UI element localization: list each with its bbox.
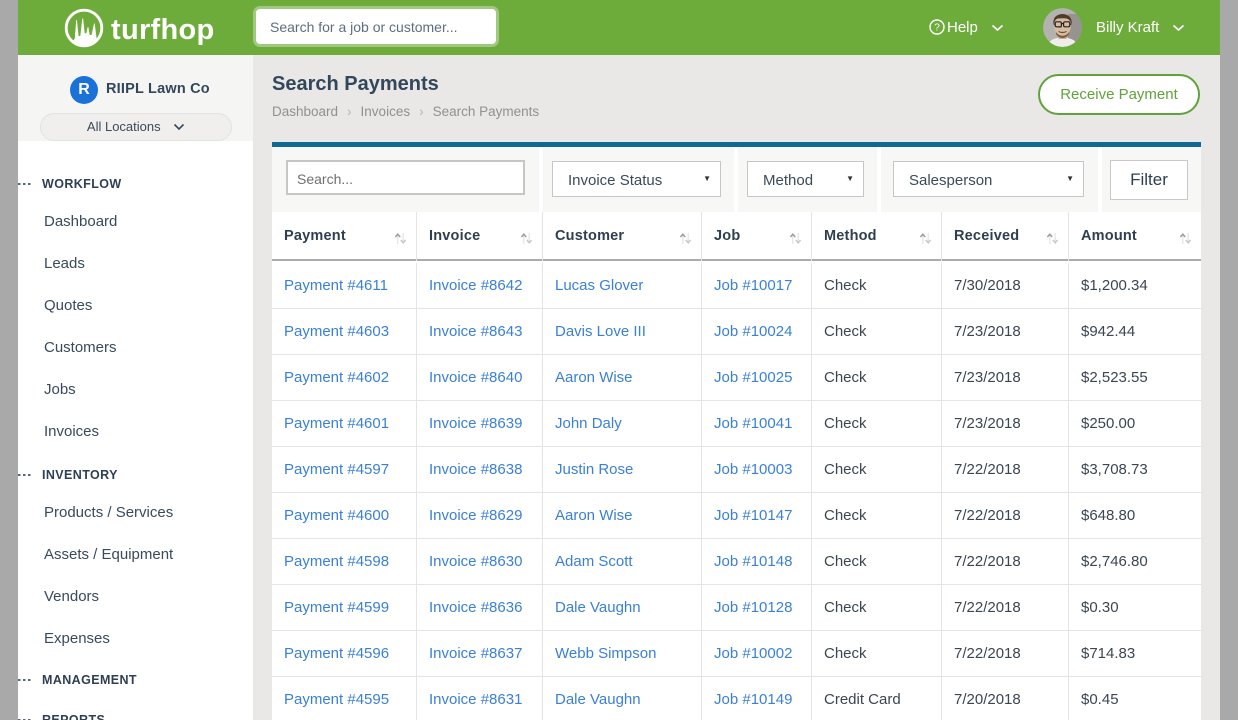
svg-text:?: ?	[934, 23, 940, 34]
